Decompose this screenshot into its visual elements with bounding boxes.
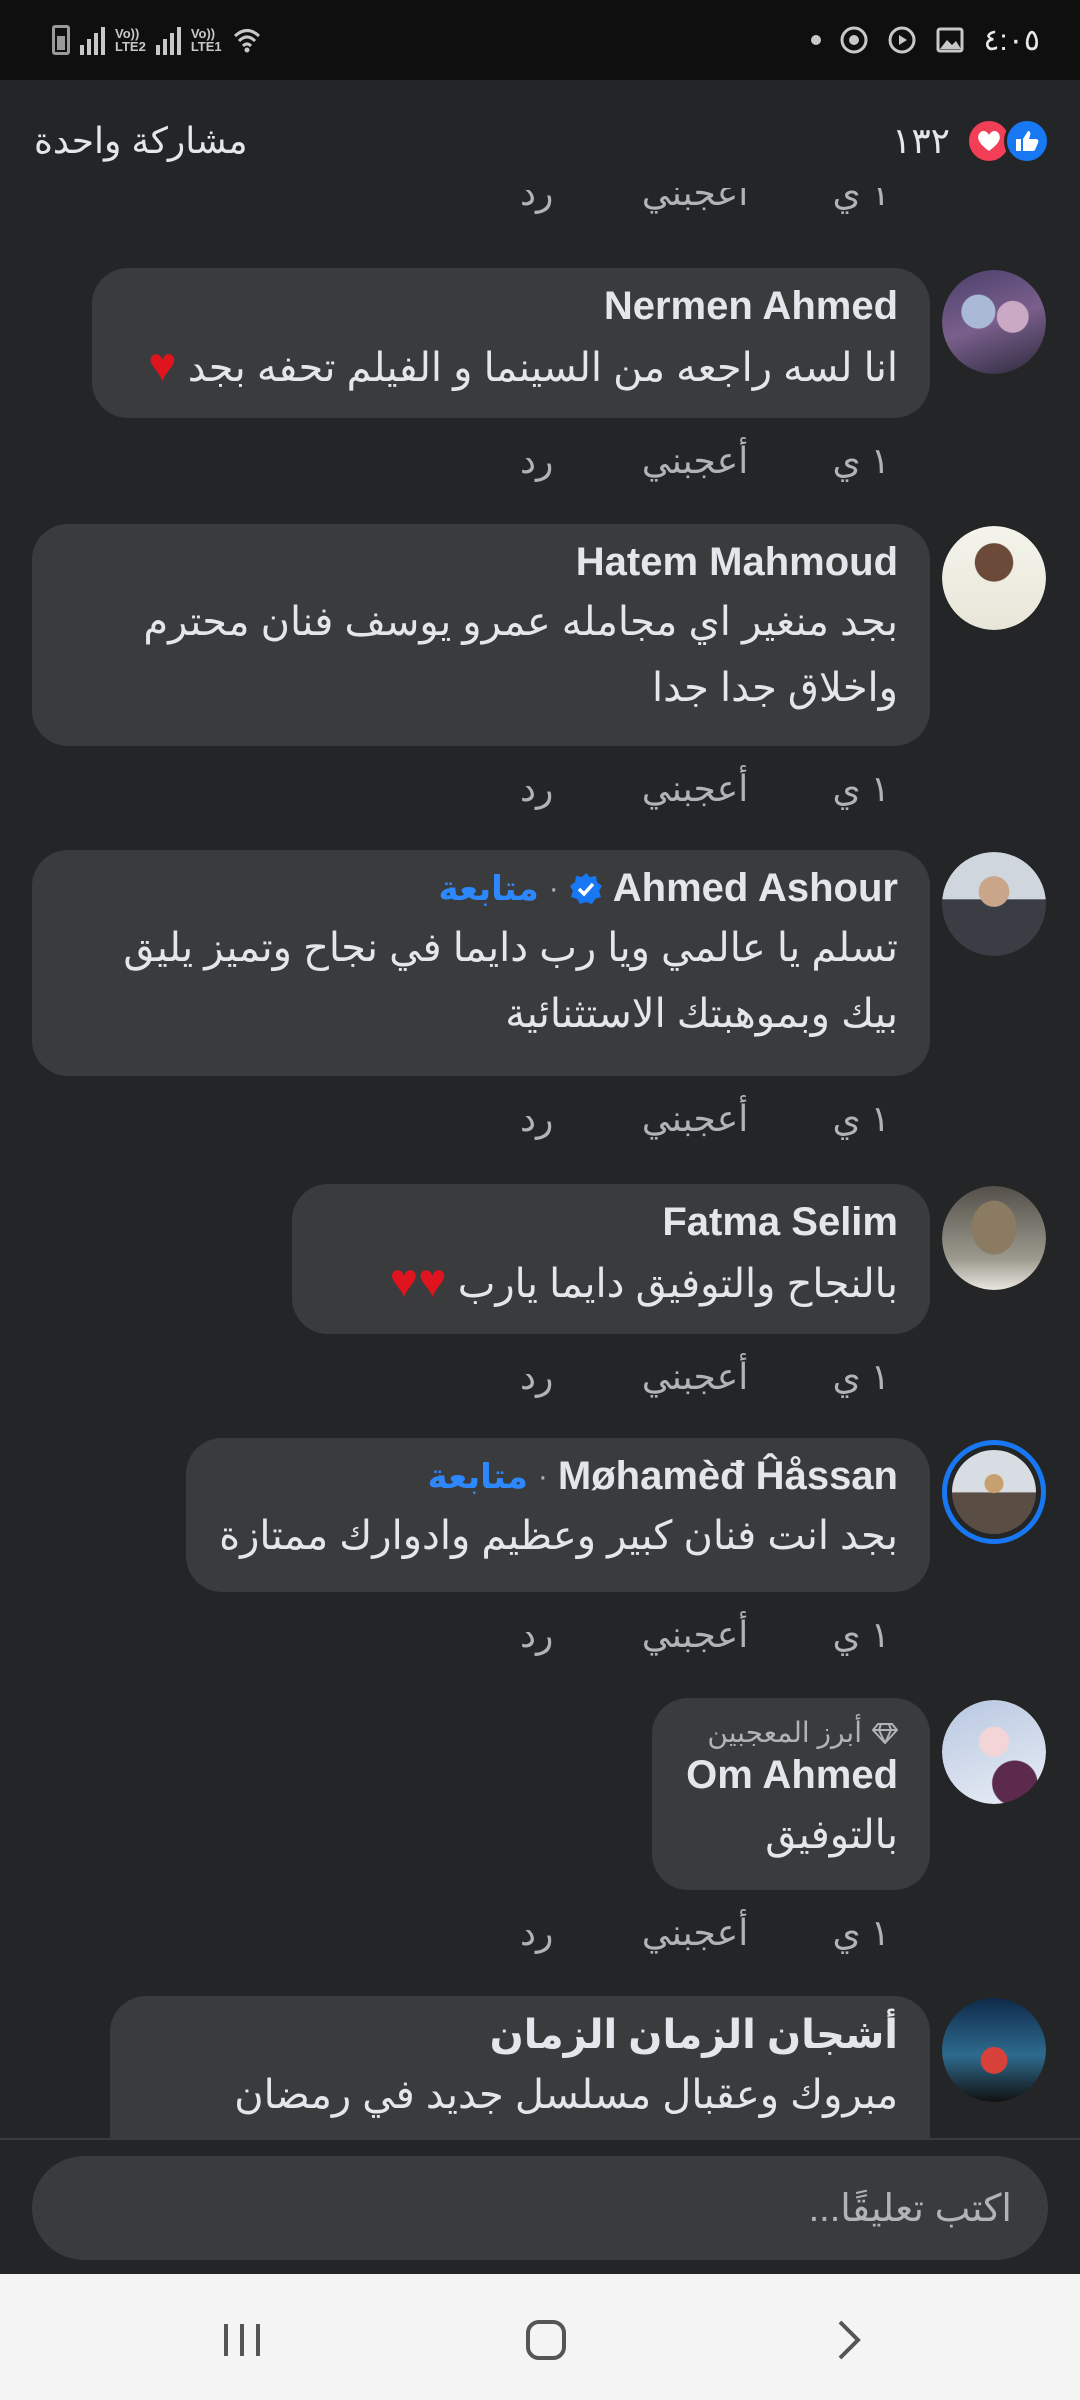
comment-bubble: Hatem Mahmoud بجد منغير اي مجامله عمرو ي… xyxy=(32,524,930,746)
back-icon[interactable] xyxy=(818,2310,878,2370)
signal-icon-1 xyxy=(155,25,181,55)
status-bar: Vo)) LTE2 Vo)) LTE1 ٤:٠٥ xyxy=(0,0,1080,80)
gallery-icon xyxy=(936,27,964,53)
comment-actions: ١ ي أعجبني رد xyxy=(520,1912,890,1954)
comment-time: ١ ي xyxy=(832,1912,890,1953)
follow-button[interactable]: متابعة xyxy=(439,869,539,909)
comment-text: انا لسه راجعه من السينما و الفيلم تحفه ب… xyxy=(148,339,898,392)
avatar[interactable] xyxy=(942,526,1046,630)
comment-bubble: أشجان الزمان الزمان مبروك وعقبال مسلسل ج… xyxy=(110,1996,930,2138)
follow-button[interactable]: متابعة xyxy=(428,1457,528,1497)
commenter-name[interactable]: Hatem Mahmoud xyxy=(576,540,898,585)
comment-actions: ١ ي أعجبني رد xyxy=(520,1356,890,1398)
comment-actions: ١ ي أعجبني رد xyxy=(520,440,890,482)
lte1-label: Vo)) LTE1 xyxy=(190,26,222,54)
reactions-summary[interactable]: ١٣٢ xyxy=(892,118,1050,164)
verified-badge-icon xyxy=(569,872,602,904)
chrome-icon xyxy=(840,26,868,54)
notification-dot-icon xyxy=(811,35,822,45)
comment-actions: ١ ي أعجبني رد xyxy=(520,768,890,810)
avatar[interactable] xyxy=(942,1998,1046,2102)
comment-input[interactable]: اكتب تعليقًا... xyxy=(32,2156,1048,2260)
like-button[interactable]: أعجبني xyxy=(610,1912,780,1954)
reply-button[interactable]: رد xyxy=(520,1356,610,1398)
wifi-icon xyxy=(233,29,260,53)
comment-bubble: Nermen Ahmed انا لسه راجعه من السينما و … xyxy=(92,268,930,418)
avatar[interactable] xyxy=(942,1440,1046,1544)
like-button[interactable]: أعجبني xyxy=(610,1356,780,1398)
previous-comment-actions: ١ ي أعجبني رد xyxy=(0,188,1080,228)
comment-actions: ١ ي أعجبني رد xyxy=(520,1614,890,1656)
reply-button[interactable]: رد xyxy=(520,440,610,482)
comment-bubble: متابعة · Møhamèđ Ĥåssan بجد انت فنان كبي… xyxy=(186,1438,930,1592)
comment-text: بالتوفيق xyxy=(765,1813,898,1857)
reply-button[interactable]: رد xyxy=(520,768,610,810)
share-count-link[interactable]: مشاركة واحدة xyxy=(34,120,248,162)
reaction-count: ١٣٢ xyxy=(891,120,950,161)
comment-input-placeholder: اكتب تعليقًا... xyxy=(808,2188,1012,2230)
top-fan-badge: أبرز المعجبين xyxy=(684,1716,898,1749)
avatar[interactable] xyxy=(942,852,1046,956)
comment-bubble: أبرز المعجبين Om Ahmed بالتوفيق xyxy=(652,1698,930,1890)
comment-time: ١ ي xyxy=(832,1098,890,1139)
diamond-icon xyxy=(872,1722,898,1744)
comment-time: ١ ي xyxy=(832,1356,890,1397)
comment-text: بجد منغير اي مجامله عمرو يوسف فنان محترم… xyxy=(143,600,898,710)
comment-bubble: Fatma Selim بالنجاح والتوفيق دايما يارب … xyxy=(292,1184,930,1334)
comment-time: ١ ي xyxy=(832,768,890,809)
heart-emoji: ♥ xyxy=(148,339,177,392)
clock: ٤:٠٥ xyxy=(983,23,1040,57)
reply-button[interactable]: رد xyxy=(520,1098,610,1140)
hearts-emoji: ♥♥ xyxy=(389,1255,447,1308)
avatar[interactable] xyxy=(942,1700,1046,1804)
like-button[interactable]: أعجبني xyxy=(610,440,780,482)
comment-actions: ١ ي أعجبني رد xyxy=(520,1098,890,1140)
status-bar-right: ٤:٠٥ xyxy=(811,18,1040,62)
comment-actions: ١ ي أعجبني رد xyxy=(520,188,890,213)
comment-text: بالنجاح والتوفيق دايما يارب ♥♥ xyxy=(389,1255,898,1308)
commenter-name[interactable]: Fatma Selim xyxy=(662,1200,898,1245)
like-button[interactable]: أعجبني xyxy=(610,768,780,810)
system-nav-bar xyxy=(0,2274,1080,2400)
comment-composer-bar: اكتب تعليقًا... xyxy=(0,2138,1080,2274)
commenter-name[interactable]: Nermen Ahmed xyxy=(604,284,898,329)
like-button[interactable]: أعجبني xyxy=(610,1098,780,1140)
comment-bubble: متابعة · Ahmed Ashour تسلم يا عالمي ويا … xyxy=(32,850,930,1076)
avatar[interactable] xyxy=(942,1186,1046,1290)
reply-button[interactable]: رد xyxy=(520,1912,610,1954)
avatar[interactable] xyxy=(942,270,1046,374)
status-bar-left: Vo)) LTE2 Vo)) LTE1 xyxy=(52,18,262,62)
comment-time: ١ ي xyxy=(832,1614,890,1655)
comment-time: ١ ي xyxy=(832,440,890,481)
recents-icon[interactable] xyxy=(212,2310,272,2370)
reply-button[interactable]: رد xyxy=(520,1614,610,1656)
like-button[interactable]: أعجبني xyxy=(610,1614,780,1656)
youtube-icon xyxy=(888,26,916,54)
commenter-name[interactable]: Ahmed Ashour xyxy=(613,866,898,911)
signal-icon-2 xyxy=(80,25,105,55)
comment-text: بجد انت فنان كبير وعظيم وادوارك ممتازة xyxy=(219,1514,898,1558)
comment-text: تسلم يا عالمي ويا رب دايما في نجاح وتميز… xyxy=(123,926,898,1036)
comment: أشجان الزمان الزمان مبروك وعقبال مسلسل ج… xyxy=(0,1996,1080,2138)
lte2-label: Vo)) LTE2 xyxy=(115,26,146,54)
comment-text: مبروك وعقبال مسلسل جديد في رمضان 2026 xyxy=(234,2073,898,2117)
commenter-name[interactable]: أشجان الزمان الزمان xyxy=(490,2012,898,2058)
commenter-name[interactable]: Om Ahmed xyxy=(686,1753,898,1798)
battery-icon xyxy=(52,25,70,55)
home-icon[interactable] xyxy=(516,2310,576,2370)
commenter-name[interactable]: Møhamèđ Ĥåssan xyxy=(558,1454,898,1499)
like-icon xyxy=(1004,118,1050,164)
